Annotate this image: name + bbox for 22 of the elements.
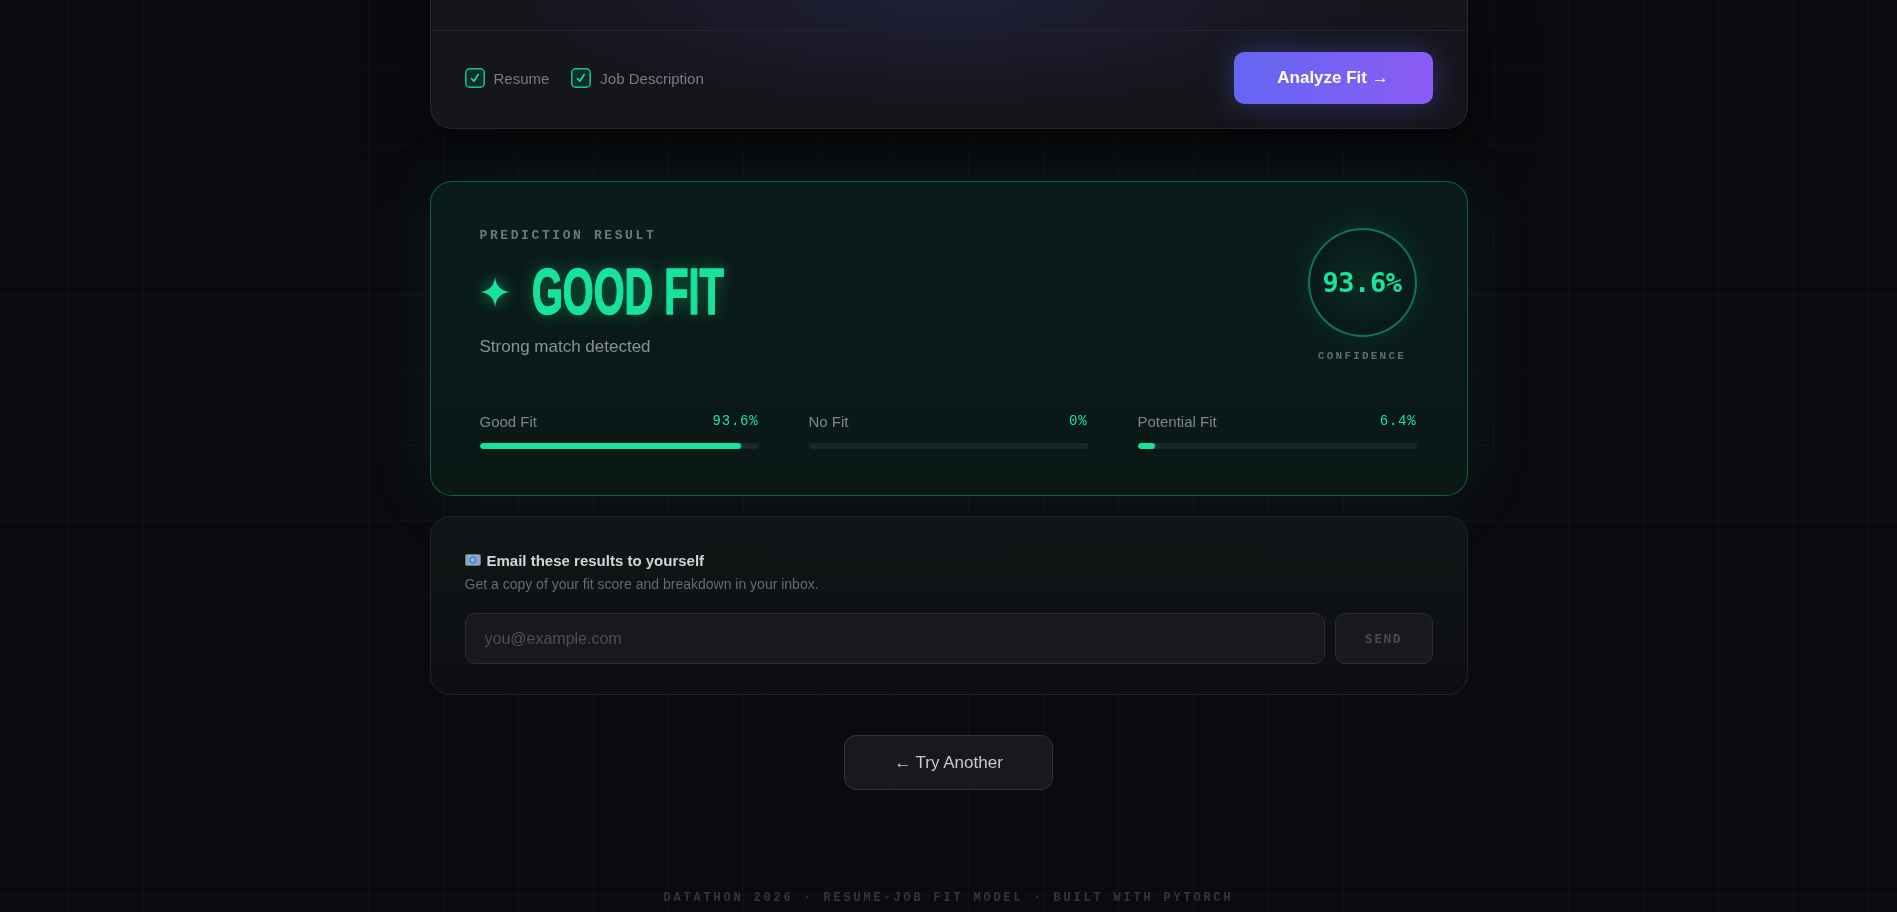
email-input-field[interactable]: you@example.com	[464, 613, 1325, 664]
checkbox[interactable]	[464, 68, 485, 88]
verdict-title: GOOD FIT	[531, 260, 724, 324]
email-title: Email these results to yourself	[486, 551, 705, 569]
section-label: PREDICTION RESULT	[479, 228, 658, 244]
try-another-button[interactable]: ← Try Another	[844, 735, 1053, 790]
class-label: Potential Fit	[1137, 412, 1217, 430]
sparkle-icon	[479, 277, 510, 307]
class-percentage: 93.6%	[712, 413, 759, 429]
email-description: Get a copy of your fit score and breakdown in your inbox.	[464, 575, 820, 593]
checkbox-label: Job Description	[600, 69, 704, 87]
checkbox[interactable]	[571, 68, 592, 88]
confidence-ring: 93.6%	[1307, 228, 1417, 337]
verdict-subtitle: Strong match detected	[479, 337, 652, 357]
checkbox-label: Resume	[493, 69, 550, 87]
analyze-button[interactable]: Analyze Fit →	[1233, 52, 1433, 104]
class-percentage: 6.4%	[1379, 413, 1417, 429]
class-label: Good Fit	[479, 412, 538, 430]
class-label: No Fit	[808, 412, 849, 430]
confidence-label: CONFIDENCE	[1318, 349, 1406, 363]
envelope-icon	[464, 554, 481, 566]
class-percentage: 0%	[1069, 413, 1088, 429]
